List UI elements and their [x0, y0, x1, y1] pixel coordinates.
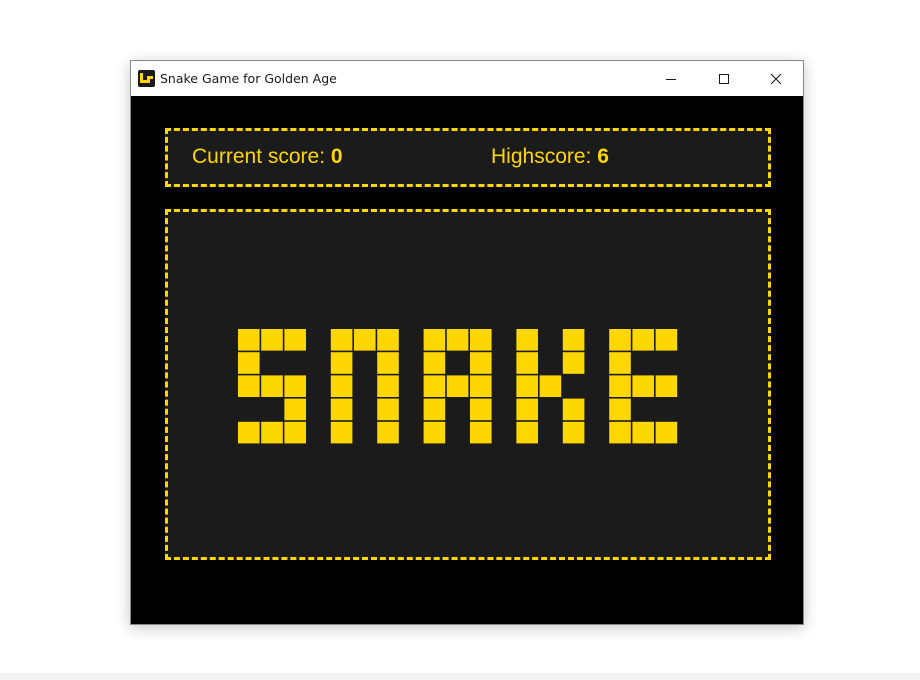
maximize-icon — [719, 73, 729, 84]
logo-block-s — [261, 421, 283, 444]
logo-block-a — [423, 398, 446, 421]
logo-block-a — [470, 375, 492, 397]
logo-block-k — [562, 329, 585, 351]
score-panel: Current score: 0 Highscore: 6 — [165, 128, 771, 187]
logo-block-e — [655, 329, 678, 351]
logo-block-a — [470, 352, 492, 374]
logo-block-k — [516, 352, 538, 374]
logo-block-e — [609, 352, 631, 374]
logo-block-e — [632, 375, 654, 397]
logo-block-k — [516, 421, 538, 444]
logo-block-n — [377, 398, 399, 421]
logo-block-a — [423, 375, 446, 397]
logo-block-a — [446, 329, 469, 351]
logo-block-e — [632, 421, 654, 444]
highscore-label: Highscore: — [491, 145, 592, 168]
logo-block-k — [562, 352, 585, 374]
logo-block-e — [655, 421, 678, 444]
highscore-value: 6 — [597, 145, 609, 168]
snake-title-logo — [238, 329, 678, 444]
logo-block-a — [470, 421, 492, 444]
current-score: Current score: 0 — [192, 145, 343, 169]
close-icon — [770, 73, 782, 84]
logo-block-k — [516, 375, 538, 397]
logo-block-n — [330, 329, 353, 351]
logo-block-e — [632, 329, 654, 351]
logo-block-n — [377, 421, 399, 444]
logo-block-n — [354, 329, 376, 351]
logo-block-n — [330, 375, 353, 397]
logo-block-s — [238, 352, 260, 374]
logo-block-e — [655, 375, 678, 397]
logo-block-s — [284, 329, 306, 351]
snake-app-icon — [138, 70, 155, 87]
logo-block-s — [238, 421, 260, 444]
logo-block-k — [539, 375, 562, 397]
minimize-icon — [666, 78, 676, 80]
logo-block-n — [330, 421, 353, 444]
logo-block-s — [284, 398, 306, 421]
logo-block-n — [377, 329, 399, 351]
logo-block-n — [377, 352, 399, 374]
logo-block-k — [562, 398, 585, 421]
close-button[interactable] — [753, 61, 799, 96]
logo-block-s — [238, 375, 260, 397]
logo-block-k — [516, 329, 538, 351]
logo-block-s — [284, 375, 306, 397]
current-score-value: 0 — [330, 145, 343, 168]
logo-block-e — [609, 421, 631, 444]
logo-block-e — [609, 375, 631, 397]
logo-block-k — [562, 421, 585, 444]
logo-block-s — [284, 421, 306, 444]
logo-block-a — [423, 329, 446, 351]
logo-block-s — [261, 375, 283, 397]
page-bottom-strip — [0, 673, 920, 680]
window-title: Snake Game for Golden Age — [160, 71, 337, 86]
logo-block-n — [377, 375, 399, 397]
logo-block-a — [423, 421, 446, 444]
minimize-button[interactable] — [648, 61, 694, 96]
logo-block-n — [330, 352, 353, 374]
logo-block-a — [446, 375, 469, 397]
logo-block-s — [261, 329, 283, 351]
logo-block-e — [609, 329, 631, 351]
highscore: Highscore: 6 — [491, 145, 609, 169]
game-board[interactable] — [165, 209, 771, 560]
logo-block-a — [470, 398, 492, 421]
maximize-button[interactable] — [701, 61, 747, 96]
logo-block-a — [423, 352, 446, 374]
current-score-label: Current score: — [192, 145, 326, 168]
logo-block-a — [470, 329, 492, 351]
title-bar[interactable]: Snake Game for Golden Age — [131, 61, 803, 96]
logo-block-n — [330, 398, 353, 421]
logo-block-k — [516, 398, 538, 421]
logo-block-e — [609, 398, 631, 421]
logo-block-s — [238, 329, 260, 351]
game-window: Snake Game for Golden Age Current score:… — [130, 60, 804, 625]
